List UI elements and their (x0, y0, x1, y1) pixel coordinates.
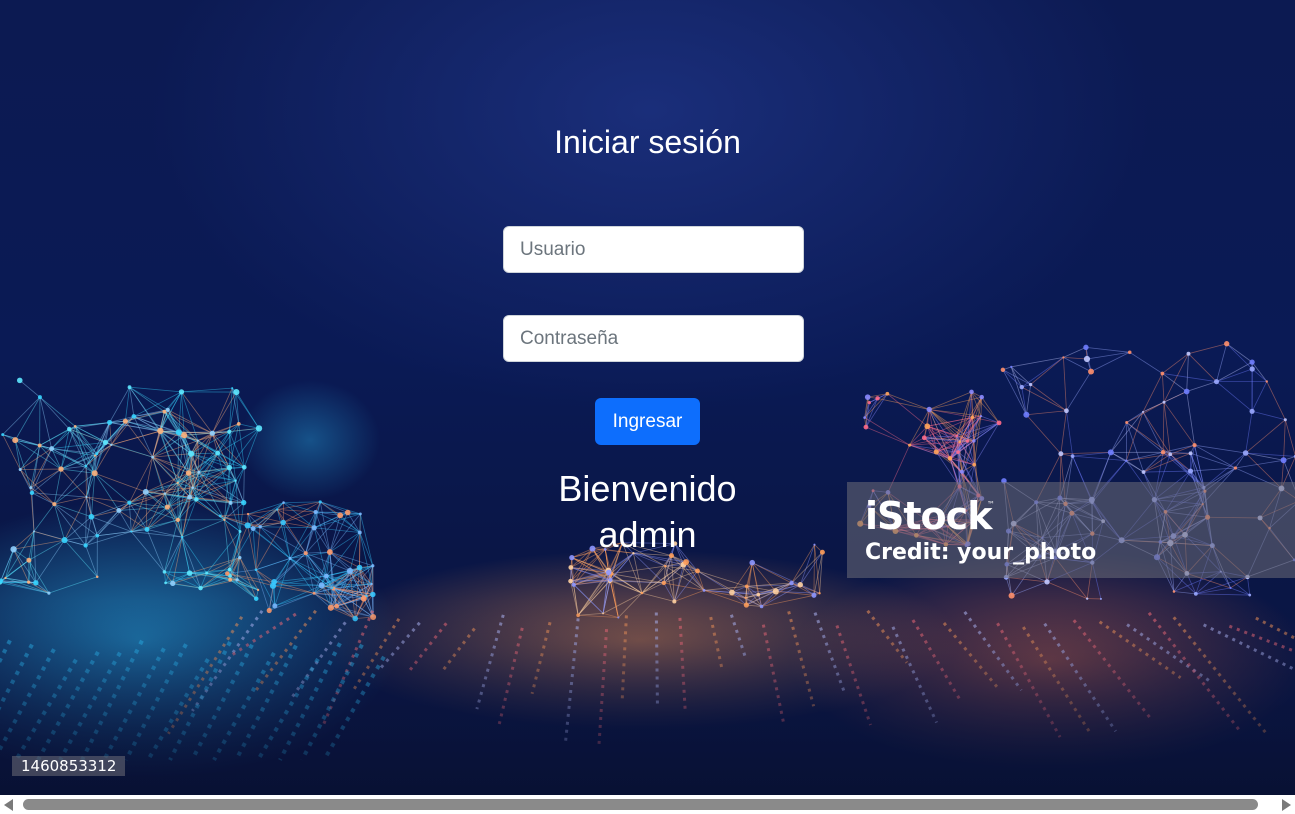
page-title: Iniciar sesión (554, 124, 741, 160)
watermark-overlay: iStock ™ Credit: your_photo (847, 482, 1295, 578)
login-page: Iniciar sesión Ingresar Bienvenido admin… (0, 0, 1295, 814)
chevron-left-icon[interactable] (4, 799, 13, 811)
password-input[interactable] (503, 315, 804, 362)
istock-logo: iStock (865, 494, 992, 538)
chevron-right-icon[interactable] (1282, 799, 1291, 811)
login-form: Iniciar sesión Ingresar Bienvenido admin… (0, 0, 1295, 795)
username-input[interactable] (503, 226, 804, 273)
photo-credit: Credit: your_photo (865, 540, 1097, 565)
login-button[interactable]: Ingresar (595, 398, 700, 445)
trademark-symbol: ™ (987, 500, 995, 509)
image-number-label: 1460853312 (12, 756, 126, 776)
scrollbar-thumb[interactable] (23, 799, 1258, 810)
horizontal-scrollbar[interactable] (0, 795, 1295, 814)
